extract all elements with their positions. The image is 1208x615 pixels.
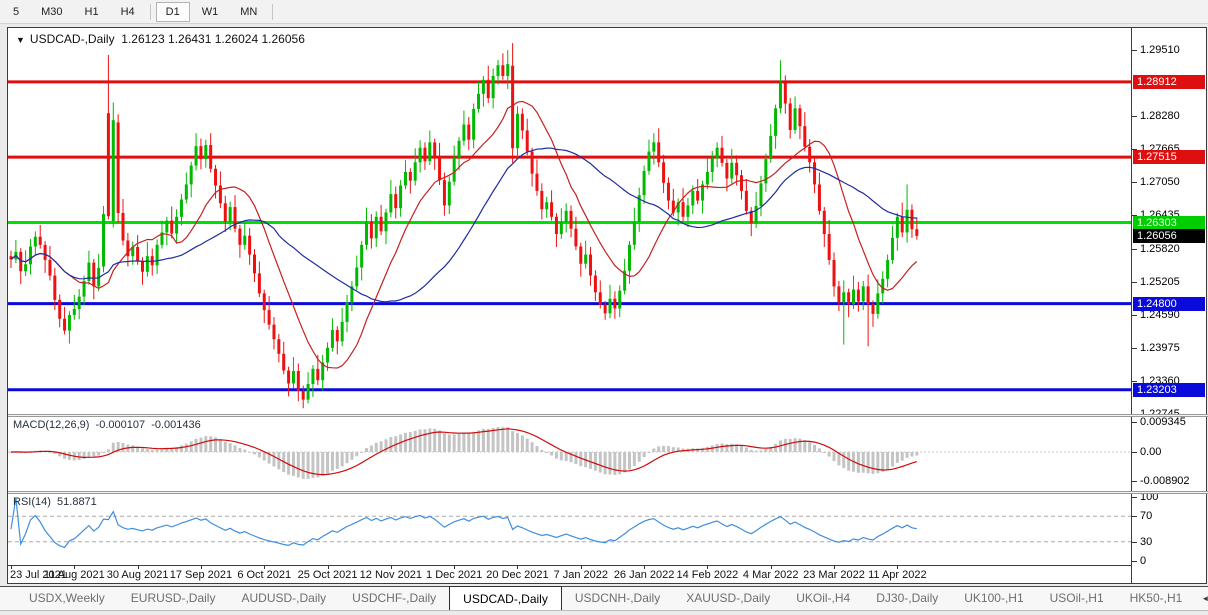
rsi-value: 51.8871 (57, 496, 97, 508)
timeframe-w1[interactable]: W1 (192, 2, 229, 22)
price-level-box: 1.27515 (1133, 150, 1205, 164)
timeframe-toolbar: 5M30H1H4 D1W1MN (0, 0, 1208, 24)
timeframe-d1[interactable]: D1 (156, 2, 190, 22)
axis-tick (1132, 422, 1137, 423)
macd-name: MACD(12,26,9) (13, 419, 89, 431)
price-tick-label: 1.27050 (1140, 176, 1180, 188)
tab-xauusd-daily[interactable]: XAUUSD-,Daily (673, 587, 783, 610)
macd-label: MACD(12,26,9) -0.000107 -0.001436 (13, 419, 201, 431)
ohlc-open: 1.26123 (121, 32, 164, 46)
date-axis[interactable]: 23 Jul 202111 Aug 202130 Aug 202117 Sep … (8, 565, 1131, 583)
rsi-tick-label: 0 (1140, 555, 1146, 567)
axis-tick (1132, 516, 1137, 517)
toolbar-separator (150, 4, 151, 20)
candlestick-chart[interactable] (8, 28, 1131, 414)
tab-usoil-h1[interactable]: USOil-,H1 (1037, 587, 1117, 610)
date-label[interactable]: 25 Oct 2021 (298, 569, 358, 581)
tab-ukoil-h4[interactable]: UKOil-,H4 (783, 587, 863, 610)
plot-column: ▼ USDCAD-,Daily 1.26123 1.26431 1.26024 1… (8, 28, 1131, 583)
price-level-box: 1.28912 (1133, 75, 1205, 89)
tab-usdcnh-daily[interactable]: USDCNH-,Daily (562, 587, 673, 610)
date-label[interactable]: 6 Oct 2021 (237, 569, 291, 581)
axis-tick (1132, 182, 1137, 183)
timeframe-5[interactable]: 5 (3, 2, 29, 22)
date-label[interactable]: 30 Aug 2021 (107, 569, 169, 581)
toolbar-separator (272, 4, 273, 20)
rsi-tick-label: 30 (1140, 536, 1152, 548)
date-label[interactable]: 17 Sep 2021 (170, 569, 232, 581)
macd-tick-label: 0.00 (1140, 446, 1161, 458)
tab-usdx-weekly[interactable]: USDX,Weekly (16, 587, 118, 610)
timeframe-m30[interactable]: M30 (31, 2, 72, 22)
tab-usdcad-daily[interactable]: USDCAD-,Daily (449, 586, 562, 610)
axis-tick (1132, 249, 1137, 250)
axis-tick (1132, 348, 1137, 349)
price-tick-label: 1.23975 (1140, 342, 1180, 354)
rsi-chart (8, 494, 1131, 564)
axis-tick (1132, 381, 1137, 382)
date-label[interactable]: 4 Mar 2022 (743, 569, 799, 581)
price-tick-label: 1.29510 (1140, 44, 1180, 56)
timeframe-h4[interactable]: H4 (111, 2, 145, 22)
rsi-tick-label: 70 (1140, 510, 1152, 522)
ohlc-low: 1.26024 (215, 32, 258, 46)
tab-dj30-daily[interactable]: DJ30-,Daily (863, 587, 951, 610)
macd-pane[interactable]: MACD(12,26,9) -0.000107 -0.001436 (8, 417, 1131, 491)
axis-tick (1132, 116, 1137, 117)
pane-divider[interactable] (8, 491, 1208, 494)
ohlc-close: 1.26056 (261, 32, 304, 46)
date-label[interactable]: 1 Dec 2021 (426, 569, 482, 581)
tab-scroll-left-icon[interactable]: ◄ (1195, 594, 1208, 603)
axis-tick (1132, 50, 1137, 51)
pane-divider[interactable] (8, 414, 1208, 417)
axis-tick (1132, 497, 1137, 498)
macd-value-main: -0.000107 (96, 419, 146, 431)
symbol-tab-bar: USDX,WeeklyEURUSD-,DailyAUDUSD-,DailyUSD… (0, 586, 1208, 611)
price-tick-label: 1.25205 (1140, 276, 1180, 288)
date-label[interactable]: 11 Aug 2021 (44, 569, 105, 581)
tab-audusd-daily[interactable]: AUDUSD-,Daily (228, 587, 339, 610)
date-label[interactable]: 11 Apr 2022 (868, 569, 927, 581)
tab-uk100-h1[interactable]: UK100-,H1 (951, 587, 1036, 610)
rsi-pane[interactable]: RSI(14) 51.8871 (8, 494, 1131, 564)
tab-scroll-arrows: ◄► (1195, 587, 1208, 610)
axis-tick (1132, 315, 1137, 316)
date-label[interactable]: 7 Jan 2022 (554, 569, 608, 581)
macd-tick-label: 0.009345 (1140, 416, 1186, 428)
price-level-box: 1.23203 (1133, 383, 1205, 397)
timeframe-mn[interactable]: MN (230, 2, 267, 22)
date-label[interactable]: 14 Feb 2022 (677, 569, 739, 581)
chart-symbol-period: USDCAD-,Daily (30, 32, 115, 46)
date-label[interactable]: 26 Jan 2022 (614, 569, 675, 581)
rsi-label: RSI(14) 51.8871 (13, 496, 97, 508)
macd-tick-label: -0.008902 (1140, 475, 1190, 487)
timeframe-h1[interactable]: H1 (75, 2, 109, 22)
tab-hk50-h1[interactable]: HK50-,H1 (1117, 587, 1196, 610)
price-level-box: 1.24800 (1133, 297, 1205, 311)
main-price-pane[interactable]: ▼ USDCAD-,Daily 1.26123 1.26431 1.26024 1… (8, 28, 1131, 414)
price-level-box: 1.26303 (1133, 216, 1205, 230)
price-tick-label: 1.28280 (1140, 110, 1180, 122)
ohlc-high: 1.26431 (168, 32, 211, 46)
date-label[interactable]: 20 Dec 2021 (486, 569, 548, 581)
axis-tick (1132, 561, 1137, 562)
macd-value-signal: -0.001436 (151, 419, 201, 431)
date-label[interactable]: 23 Mar 2022 (803, 569, 865, 581)
axis-tick (1132, 481, 1137, 482)
axis-tick (1132, 282, 1137, 283)
chart-title: ▼ USDCAD-,Daily 1.26123 1.26431 1.26024 1… (16, 32, 305, 46)
price-tick-label: 1.25820 (1140, 243, 1180, 255)
tab-usdchf-daily[interactable]: USDCHF-,Daily (339, 587, 449, 610)
date-label[interactable]: 12 Nov 2021 (360, 569, 422, 581)
axis-tick (1132, 542, 1137, 543)
rsi-name: RSI(14) (13, 496, 51, 508)
chart-window: ▼ USDCAD-,Daily 1.26123 1.26431 1.26024 1… (7, 27, 1207, 584)
axis-tick (1132, 452, 1137, 453)
current-price-box: 1.26056 (1133, 229, 1205, 243)
chart-dropdown-icon[interactable]: ▼ (16, 35, 25, 45)
price-axis[interactable]: 1.295101.282801.276651.270501.264351.258… (1131, 28, 1206, 583)
tab-eurusd-daily[interactable]: EURUSD-,Daily (118, 587, 229, 610)
